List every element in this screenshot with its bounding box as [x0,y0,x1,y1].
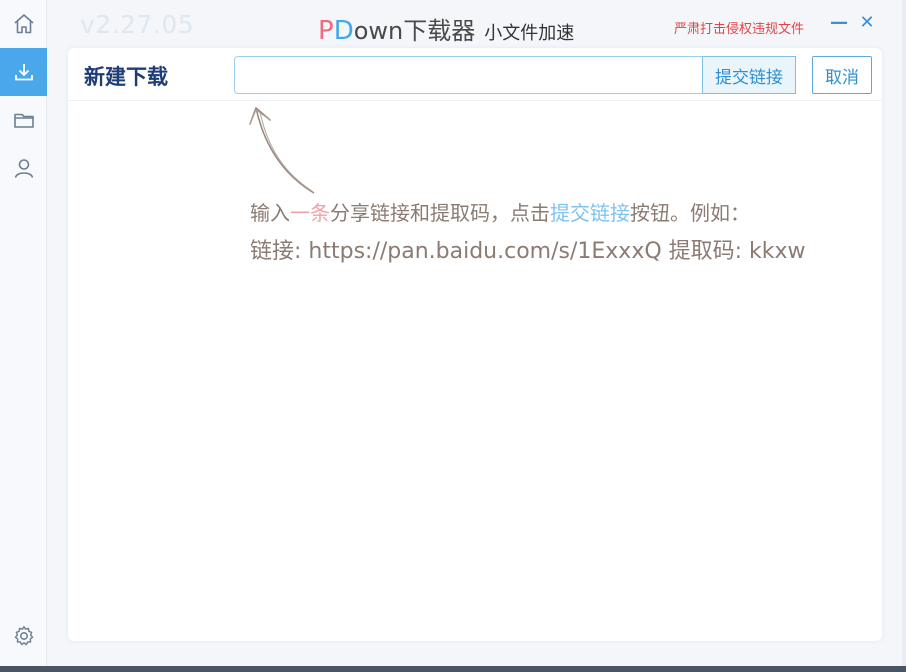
version-label: v2.27.05 [80,10,195,39]
hint-example: 链接: https://pan.baidu.com/s/1ExxxQ 提取码: … [250,239,806,264]
copyright-warning: 严肃打击侵权违规文件 [674,22,805,37]
hint-text: 按钮。例如： [630,201,750,225]
new-download-panel: 新建下载 提交链接 取消 [68,48,882,641]
panel-divider [68,100,882,101]
taskbar-strip [0,666,906,672]
brand-subtitle: 小文件加速 [484,23,575,44]
hint-text: 输入 [250,201,290,225]
download-icon [14,64,33,81]
window-right-edge [902,0,906,666]
brand-name: own下载器 [353,17,476,45]
brand-letter-p: P [318,16,334,46]
sidebar-item-user[interactable] [0,144,47,192]
minimize-icon: — [830,12,848,33]
close-button[interactable]: ✕ [856,12,878,34]
hint-highlight-one: 一条 [290,201,330,225]
folder-icon [13,113,34,128]
share-link-input[interactable] [234,56,702,94]
panel-title: 新建下载 [84,65,168,89]
sidebar-item-settings[interactable] [0,612,47,660]
hint-highlight-submit: 提交链接 [550,201,630,225]
hint-text: 分享链接和提取码，点击 [330,201,550,225]
sidebar-item-home[interactable] [0,0,47,48]
hint-instruction: 输入一条分享链接和提取码，点击提交链接按钮。例如： [250,197,750,226]
app-title: P D own下载器 小文件加速 [318,11,574,46]
minimize-button[interactable]: — [828,12,850,34]
hint-arrow-icon [249,107,315,194]
home-icon [13,14,34,34]
sidebar-item-download[interactable] [0,48,47,96]
cancel-button[interactable]: 取消 [812,56,872,94]
submit-link-button[interactable]: 提交链接 [702,56,796,94]
sidebar [0,0,47,666]
gear-icon [14,626,33,646]
close-icon: ✕ [859,12,875,33]
sidebar-item-folder[interactable] [0,96,47,144]
user-icon [14,159,33,178]
brand-letter-d: D [333,16,354,46]
